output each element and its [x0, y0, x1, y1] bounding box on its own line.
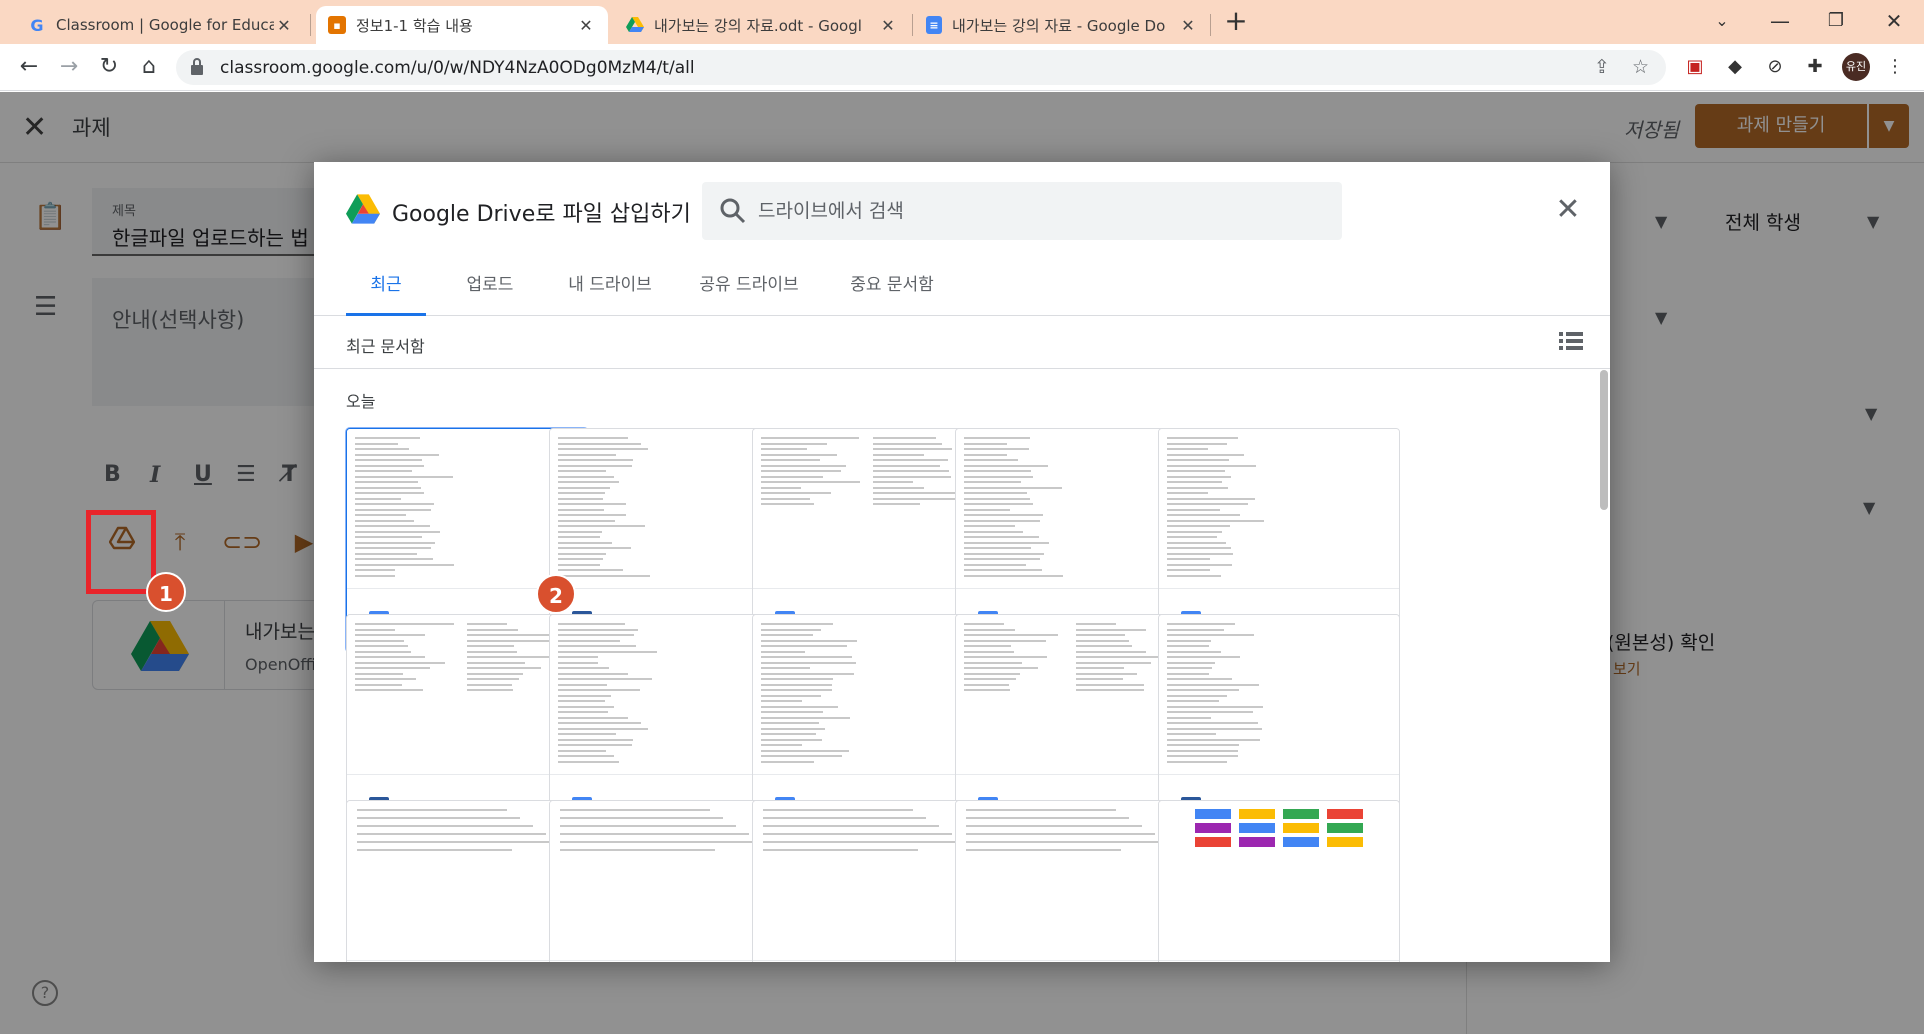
- reload-icon[interactable]: ↻: [92, 50, 126, 84]
- avatar[interactable]: 유진: [1842, 53, 1870, 81]
- extension-pocket-icon[interactable]: ◆: [1722, 54, 1748, 80]
- annotation-badge-2: 2: [536, 574, 576, 614]
- url-text: classroom.google.com/u/0/w/NDY4NzA0ODg0M…: [220, 58, 695, 78]
- address-bar[interactable]: classroom.google.com/u/0/w/NDY4NzA0ODg0M…: [176, 50, 1666, 85]
- tab-recent[interactable]: 최근: [346, 262, 426, 316]
- google-drive-logo-icon: [346, 194, 380, 224]
- bookmark-star-icon[interactable]: ☆: [1632, 56, 1649, 78]
- picker-tabs: 최근 업로드 내 드라이브 공유 드라이브 중요 문서함: [314, 262, 1610, 316]
- thumbnail-block: [1195, 823, 1231, 833]
- thumbnail-block: [1239, 809, 1275, 819]
- browser-tab-drive[interactable]: 내가보는 강의 자료.odt - Googl ✕: [614, 6, 910, 44]
- browser-toolbar: ← → ↻ ⌂ classroom.google.com/u/0/w/NDY4N…: [0, 44, 1924, 91]
- share-icon[interactable]: ⇪: [1594, 56, 1610, 78]
- close-icon[interactable]: ✕: [576, 16, 596, 35]
- picker-title: Google Drive로 파일 삽입하기: [392, 202, 691, 227]
- browser-tab-classroom[interactable]: G Classroom | Google for Educatio ✕: [16, 6, 306, 44]
- extensions-puzzle-icon[interactable]: ✚: [1802, 54, 1828, 80]
- browser-tabstrip: G Classroom | Google for Educatio ✕ ▪ 정보…: [0, 0, 1924, 44]
- home-icon[interactable]: ⌂: [132, 50, 166, 84]
- minimize-icon[interactable]: —: [1752, 0, 1808, 44]
- tab-starred[interactable]: 중요 문서함: [830, 262, 954, 316]
- browser-tab-docs[interactable]: ≡ 내가보는 강의 자료 - Google Do ✕: [914, 6, 1210, 44]
- tab-my-drive[interactable]: 내 드라이브: [550, 262, 670, 316]
- section-header: 최근 문서함: [314, 317, 1610, 369]
- tab-title: 내가보는 강의 자료.odt - Googl: [654, 16, 862, 35]
- tab-separator: [912, 14, 913, 36]
- tab-upload[interactable]: 업로드: [442, 262, 538, 316]
- file-thumbnail: [1159, 615, 1399, 775]
- tab-title: 내가보는 강의 자료 - Google Do: [952, 16, 1166, 35]
- drive-picker-dialog: Google Drive로 파일 삽입하기 ✕ 최근 업로드 내 드라이브 공유…: [314, 162, 1610, 962]
- tab-separator: [310, 14, 311, 36]
- search-input[interactable]: [758, 192, 1318, 230]
- close-icon[interactable]: ✕: [274, 16, 294, 35]
- tab-search-icon[interactable]: ⌄: [1694, 0, 1750, 44]
- file-card[interactable]: [1158, 800, 1400, 962]
- thumbnail-block: [1239, 837, 1275, 847]
- window-close-icon[interactable]: ✕: [1866, 0, 1922, 44]
- file-thumbnail: [1159, 429, 1399, 589]
- section-title: 최근 문서함: [346, 337, 425, 356]
- restore-icon[interactable]: ❐: [1808, 0, 1864, 44]
- extension-red-icon[interactable]: ▣: [1682, 54, 1708, 80]
- close-icon[interactable]: ✕: [878, 16, 898, 35]
- picker-close-icon[interactable]: ✕: [1550, 192, 1586, 228]
- browser-tab-assignment[interactable]: ▪ 정보1-1 학습 내용 ✕: [316, 6, 608, 44]
- drive-icon: [626, 16, 644, 34]
- annotation-badge-1: 1: [146, 572, 186, 612]
- lock-icon: [191, 58, 203, 75]
- thumbnail-block: [1195, 837, 1231, 847]
- tab-title: 정보1-1 학습 내용: [356, 16, 473, 35]
- search-icon: [720, 198, 746, 224]
- menu-kebab-icon[interactable]: ⋮: [1882, 54, 1908, 80]
- classroom-icon: ▪: [328, 16, 346, 34]
- thumbnail-block: [1283, 823, 1319, 833]
- thumbnail-block: [1327, 837, 1363, 847]
- back-icon[interactable]: ←: [12, 50, 46, 84]
- file-thumbnail: [1159, 801, 1399, 961]
- google-g-icon: G: [30, 15, 44, 35]
- docs-icon: ≡: [926, 16, 942, 34]
- thumbnail-block: [1283, 837, 1319, 847]
- list-view-icon[interactable]: [1558, 329, 1584, 353]
- group-label-today: 오늘: [346, 392, 376, 411]
- thumbnail-block: [1195, 809, 1231, 819]
- tab-separator: [1210, 14, 1211, 36]
- thumbnail-block: [1239, 823, 1275, 833]
- thumbnail-block: [1283, 809, 1319, 819]
- annotation-highlight-box: [86, 510, 156, 594]
- new-tab-button[interactable]: +: [1220, 6, 1252, 38]
- tab-title: Classroom | Google for Educatio: [56, 16, 274, 34]
- thumbnail-block: [1327, 809, 1363, 819]
- drive-search-box[interactable]: [702, 182, 1342, 240]
- thumbnail-block: [1327, 823, 1363, 833]
- scrollbar[interactable]: [1600, 370, 1608, 510]
- tab-shared-drives[interactable]: 공유 드라이브: [682, 262, 816, 316]
- extension-feather-icon[interactable]: ⊘: [1762, 54, 1788, 80]
- forward-icon[interactable]: →: [52, 50, 86, 84]
- close-icon[interactable]: ✕: [1178, 16, 1198, 35]
